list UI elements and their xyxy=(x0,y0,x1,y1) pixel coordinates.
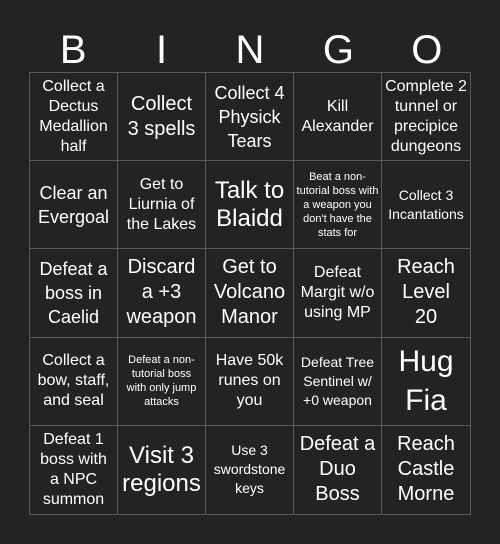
cell-text: Talk to Blaidd xyxy=(214,176,285,232)
bingo-header: B I N G O xyxy=(29,28,471,72)
cell-text: Get to Liurnia of the Lakes xyxy=(126,175,197,233)
cell-text: Reach Level 20 xyxy=(397,256,455,329)
cell-text: Hug Fia xyxy=(398,345,454,418)
bingo-cell[interactable]: Defeat a non-tutorial boss with only jum… xyxy=(118,337,206,426)
bingo-cell[interactable]: Defeat a boss in Caelid xyxy=(30,249,118,338)
cell-text: Collect 3 Incantations xyxy=(388,186,464,222)
header-letter-b: B xyxy=(59,28,87,72)
bingo-cell[interactable]: Use 3 swordstone keys xyxy=(206,425,294,514)
bingo-cell[interactable]: Defeat a Duo Boss xyxy=(294,425,382,514)
cell-text: Defeat a boss in Caelid xyxy=(39,258,108,327)
bingo-cell[interactable]: Get to Liurnia of the Lakes xyxy=(118,161,206,250)
bingo-cell[interactable]: Complete 2 tunnel or precipice dungeons xyxy=(382,73,470,162)
bingo-cell[interactable]: Kill Alexander xyxy=(294,73,382,162)
bingo-cell[interactable]: Clear an Evergoal xyxy=(30,161,118,250)
bingo-cell[interactable]: Defeat 1 boss with a NPC summon xyxy=(30,425,118,514)
bingo-cell[interactable]: Visit 3 regions xyxy=(118,425,206,514)
bingo-cell[interactable]: Defeat Margit w/o using MP xyxy=(294,249,382,338)
cell-text: Defeat a non-tutorial boss with only jum… xyxy=(126,354,197,409)
bingo-cell[interactable]: Reach Castle Morne xyxy=(382,426,470,514)
bingo-cell[interactable]: Defeat Tree Sentinel w/ +0 weapon xyxy=(294,337,382,426)
cell-text: Defeat Margit w/o using MP xyxy=(300,263,375,321)
bingo-cell[interactable]: Discard a +3 weapon xyxy=(118,249,206,338)
cell-text: Reach Castle Morne xyxy=(397,433,455,506)
bingo-cell[interactable]: Hug Fia xyxy=(382,338,470,426)
cell-text: Collect a Dectus Medallion half xyxy=(39,77,108,155)
cell-text: Complete 2 tunnel or precipice dungeons xyxy=(385,77,467,155)
bingo-cell[interactable]: Collect 3 spells xyxy=(118,73,206,162)
bingo-cell[interactable]: Collect a Dectus Medallion half xyxy=(30,73,118,162)
header-letter-n: N xyxy=(235,28,265,72)
cell-text: Defeat a Duo Boss xyxy=(299,433,376,506)
bingo-cell[interactable]: Collect 4 Physick Tears xyxy=(206,73,294,162)
cell-text: Collect 3 spells xyxy=(127,92,196,140)
cell-text: Collect a bow, staff, and seal xyxy=(37,352,110,410)
bingo-board: Collect a Dectus Medallion half Collect … xyxy=(29,72,471,515)
cell-text: Collect 4 Physick Tears xyxy=(214,82,285,151)
bingo-cell[interactable]: Have 50k runes on you xyxy=(206,337,294,426)
bingo-cell[interactable]: Talk to Blaidd xyxy=(206,161,294,250)
header-letter-g: G xyxy=(322,28,354,72)
bingo-cell[interactable]: Beat a non-tutorial boss with a weapon y… xyxy=(294,161,382,250)
cell-text: Beat a non-tutorial boss with a weapon y… xyxy=(296,170,379,239)
cell-text: Have 50k runes on you xyxy=(215,352,284,410)
bingo-cell[interactable]: Collect a bow, staff, and seal xyxy=(30,337,118,426)
cell-text: Use 3 swordstone keys xyxy=(213,442,286,497)
cell-text: Get to Volcano Manor xyxy=(213,256,286,329)
cell-text: Defeat Tree Sentinel w/ +0 weapon xyxy=(300,353,375,408)
header-letter-o: O xyxy=(411,28,443,72)
cell-text: Visit 3 regions xyxy=(122,441,201,497)
cell-text: Clear an Evergoal xyxy=(37,182,110,227)
bingo-cell[interactable]: Collect 3 Incantations xyxy=(382,161,470,250)
header-letter-i: I xyxy=(156,28,168,72)
cell-text: Discard a +3 weapon xyxy=(126,256,197,329)
bingo-cell[interactable]: Reach Level 20 xyxy=(382,249,470,338)
cell-text: Kill Alexander xyxy=(301,97,374,135)
bingo-cell[interactable]: Get to Volcano Manor xyxy=(206,249,294,338)
cell-text: Defeat 1 boss with a NPC summon xyxy=(40,430,107,508)
